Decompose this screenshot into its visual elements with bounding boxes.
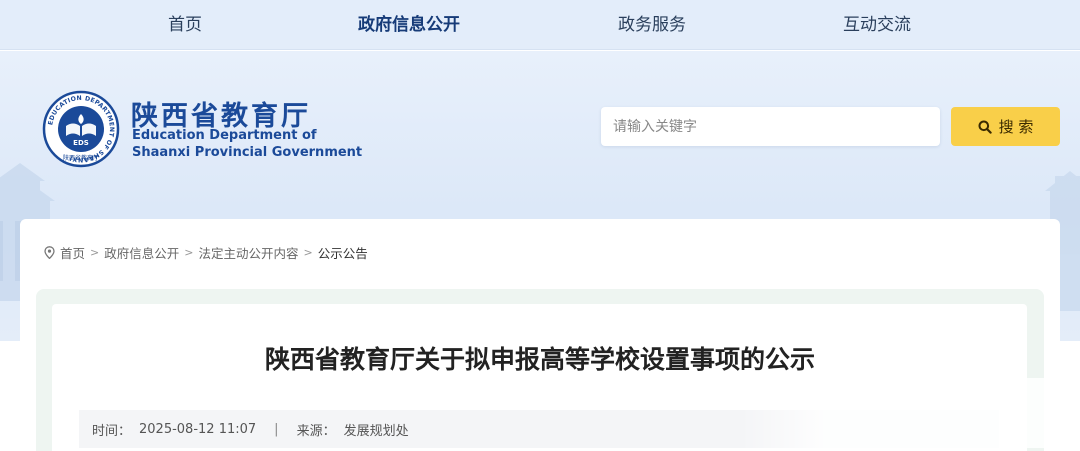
- logo-title-en: Education Department of Shaanxi Provinci…: [132, 127, 362, 161]
- logo-en-line2: Shaanxi Provincial Government: [132, 145, 363, 160]
- logo-en-line1: Education Department of: [132, 128, 317, 143]
- article-title: 陕西省教育厅关于拟申报高等学校设置事项的公示: [264, 345, 815, 374]
- department-emblem-logo[interactable]: EDUCATION DEPARTMENT OF SHAANXI 陕西省教育厅 E…: [42, 90, 120, 168]
- breadcrumb-separator: >: [90, 245, 100, 259]
- watermark-overlay: [740, 378, 1070, 448]
- search-button-label: 搜 索: [998, 118, 1034, 136]
- breadcrumb-home[interactable]: 首页: [60, 243, 85, 262]
- nav-item-gov-services[interactable]: 政务服务: [618, 0, 686, 50]
- breadcrumb: 首页 > 政府信息公开 > 法定主动公开内容 > 公示公告: [44, 243, 368, 261]
- search-icon: [978, 120, 992, 134]
- nav-item-home[interactable]: 首页: [168, 0, 202, 50]
- meta-divider: |: [274, 421, 279, 437]
- emblem-ring-text-cn: 陕西省教育厅: [63, 154, 99, 162]
- time-label: 时间：: [92, 423, 132, 439]
- search-button[interactable]: 搜 索: [951, 107, 1060, 146]
- source-label: 来源：: [296, 423, 336, 439]
- top-navigation: 首页 政府信息公开 政务服务 互动交流: [0, 0, 1080, 50]
- nav-item-gov-info-disclosure[interactable]: 政府信息公开: [358, 0, 460, 50]
- breadcrumb-announcements[interactable]: 公示公告: [318, 243, 368, 262]
- breadcrumb-separator: >: [184, 245, 194, 259]
- article-source: 发展规划处: [343, 423, 409, 439]
- breadcrumb-gov-info[interactable]: 政府信息公开: [104, 243, 179, 262]
- location-pin-icon: [44, 245, 55, 259]
- breadcrumb-statutory-disclosure[interactable]: 法定主动公开内容: [198, 243, 298, 262]
- search-input[interactable]: [601, 107, 940, 146]
- breadcrumb-separator: >: [303, 245, 313, 259]
- publish-time: 2025-08-12 11:07: [139, 421, 257, 437]
- nav-item-interaction[interactable]: 互动交流: [843, 0, 911, 50]
- emblem-center-text: EDS: [73, 139, 89, 147]
